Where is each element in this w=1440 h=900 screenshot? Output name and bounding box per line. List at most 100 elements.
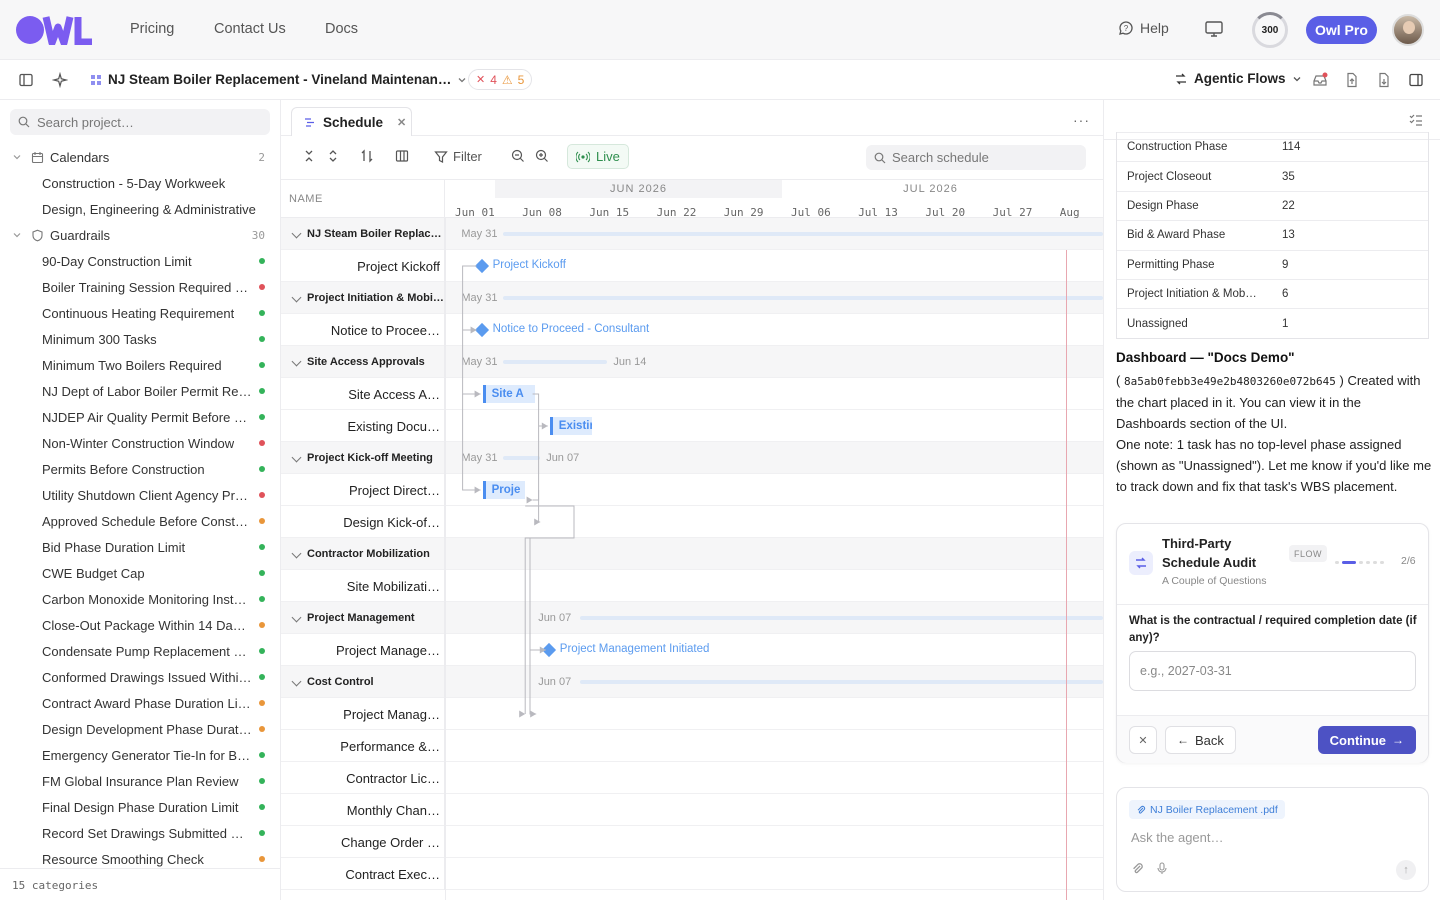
monitor-icon[interactable] <box>1204 19 1224 39</box>
sidebar-item-guardrail[interactable]: Conformed Drawings Issued Withi… <box>0 664 280 690</box>
more-options-icon[interactable]: ··· <box>1073 112 1090 128</box>
gantt-task-row[interactable]: Monthly Chan… <box>281 794 1103 826</box>
summary-bar[interactable] <box>503 360 608 364</box>
chat-input[interactable]: Ask the agent… <box>1131 830 1224 845</box>
columns-icon[interactable] <box>395 149 409 163</box>
gantt-group-row[interactable]: Project Initiation & Mobili… May 31 <box>281 282 1103 314</box>
zoom-out-icon[interactable] <box>511 149 525 163</box>
sidebar-toggle-icon[interactable] <box>18 72 34 88</box>
sidebar-group[interactable]: Calendars 2 <box>0 144 280 170</box>
send-button[interactable]: ↑ <box>1396 860 1416 880</box>
project-search[interactable]: Search project… <box>10 109 270 135</box>
sidebar-item-guardrail[interactable]: Bid Phase Duration Limit <box>0 534 280 560</box>
sidebar-item-guardrail[interactable]: CWE Budget Cap <box>0 560 280 586</box>
chevron-down-icon[interactable] <box>291 548 302 559</box>
help-button[interactable]: ? Help <box>1118 20 1169 36</box>
gantt-group-row[interactable]: Project Kick-off Meeting May 31 Jun 07 <box>281 442 1103 474</box>
gantt-task-row[interactable]: Contract Exec… <box>281 858 1103 890</box>
sidebar-item-guardrail[interactable]: 90-Day Construction Limit <box>0 248 280 274</box>
chevron-down-icon[interactable] <box>291 612 302 623</box>
agentic-flows-menu[interactable]: Agentic Flows <box>1174 71 1302 86</box>
milestone-diamond[interactable] <box>474 322 489 338</box>
sidebar-item-guardrail[interactable]: Approved Schedule Before Constr… <box>0 508 280 534</box>
sidebar-item-guardrail[interactable]: Continuous Heating Requirement <box>0 300 280 326</box>
sidebar-item-guardrail[interactable]: Close-Out Package Within 14 Days… <box>0 612 280 638</box>
sidebar-item-guardrail[interactable]: Carbon Monoxide Monitoring Insta… <box>0 586 280 612</box>
gantt-task-row[interactable]: Notice to Procee… Notice to Proceed - Con… <box>281 314 1103 346</box>
checklist-icon[interactable] <box>1409 113 1423 127</box>
task-bar[interactable]: Proje <box>482 481 525 499</box>
download-file-icon[interactable] <box>1376 72 1392 88</box>
gantt-group-row[interactable]: Project Management Jun 07 <box>281 602 1103 634</box>
sidebar-item-guardrail[interactable]: NJ Dept of Labor Boiler Permit Re… <box>0 378 280 404</box>
back-button[interactable]: ← Back <box>1165 726 1236 754</box>
microphone-icon[interactable] <box>1156 862 1168 875</box>
sidebar-group[interactable]: Guardrails 30 <box>0 222 280 248</box>
gantt-task-row[interactable]: Change Order … <box>281 826 1103 858</box>
task-bar[interactable]: Site A <box>482 385 535 403</box>
summary-bar[interactable] <box>503 456 541 460</box>
filter-button[interactable]: Filter <box>434 149 482 164</box>
avatar[interactable] <box>1392 14 1424 46</box>
milestone-diamond[interactable] <box>541 642 556 658</box>
attachment-chip[interactable]: NJ Boiler Replacement .pdf <box>1129 800 1285 819</box>
completion-date-input[interactable] <box>1129 651 1416 691</box>
sort-icon[interactable] <box>360 149 374 163</box>
sidebar-item-guardrail[interactable]: Minimum 300 Tasks <box>0 326 280 352</box>
sidebar-item-calendar[interactable]: Design, Engineering & Administrative <box>0 196 280 222</box>
gantt-group-row[interactable]: Contractor Mobilization <box>281 538 1103 570</box>
expand-all-icon[interactable] <box>326 149 340 163</box>
dismiss-flow-button[interactable]: ✕ <box>1129 726 1157 754</box>
gantt-task-row[interactable]: Project Direct… Proje <box>281 474 1103 506</box>
gantt-task-row[interactable]: Site Access A… Site A <box>281 378 1103 410</box>
sidebar-item-guardrail[interactable]: Non-Winter Construction Window <box>0 430 280 456</box>
close-icon[interactable]: ✕ <box>397 116 406 129</box>
chat-composer[interactable]: NJ Boiler Replacement .pdf Ask the agent… <box>1116 787 1429 892</box>
gantt-group-row[interactable]: Cost Control Jun 07 <box>281 666 1103 698</box>
schedule-search[interactable]: Search schedule <box>866 145 1086 170</box>
project-selector[interactable]: NJ Steam Boiler Replacement - Vineland M… <box>90 72 467 87</box>
collapse-all-icon[interactable] <box>302 149 316 163</box>
sidebar-item-guardrail[interactable]: FM Global Insurance Plan Review <box>0 768 280 794</box>
nav-contact-us[interactable]: Contact Us <box>214 21 286 37</box>
paperclip-icon[interactable] <box>1131 862 1144 875</box>
chevron-down-icon[interactable] <box>291 228 302 239</box>
sidebar-item-guardrail[interactable]: Emergency Generator Tie-In for Bo… <box>0 742 280 768</box>
sidebar-item-guardrail[interactable]: NJDEP Air Quality Permit Before C… <box>0 404 280 430</box>
live-toggle[interactable]: Live <box>567 144 629 169</box>
sparkle-icon[interactable] <box>52 72 68 88</box>
right-panel-toggle-icon[interactable] <box>1408 72 1424 88</box>
nav-docs[interactable]: Docs <box>325 21 358 37</box>
owl-logo[interactable] <box>16 15 92 45</box>
task-bar[interactable]: Existing D <box>549 417 593 435</box>
gantt-group-row[interactable]: Site Access Approvals May 31 Jun 14 <box>281 346 1103 378</box>
summary-bar[interactable] <box>580 680 1103 684</box>
sidebar-item-guardrail[interactable]: Minimum Two Boilers Required <box>0 352 280 378</box>
gantt-task-row[interactable]: Project Manag… <box>281 698 1103 730</box>
sidebar-item-calendar[interactable]: Construction - 5-Day Workweek <box>0 170 280 196</box>
chevron-down-icon[interactable] <box>291 292 302 303</box>
gantt-task-row[interactable]: Design Kick-of… <box>281 506 1103 538</box>
summary-bar[interactable] <box>503 296 1103 300</box>
gantt-task-row[interactable]: Contractor Lic… <box>281 762 1103 794</box>
sidebar-item-guardrail[interactable]: Boiler Training Session Required B… <box>0 274 280 300</box>
chevron-down-icon[interactable] <box>291 356 302 367</box>
tab-schedule[interactable]: Schedule ✕ <box>291 107 412 136</box>
sidebar-item-guardrail[interactable]: Design Development Phase Durati… <box>0 716 280 742</box>
continue-button[interactable]: Continue → <box>1317 726 1416 754</box>
gantt-task-row[interactable]: Project Kickoff Project Kickoff <box>281 250 1103 282</box>
chevron-down-icon[interactable] <box>291 452 302 463</box>
gantt-group-row[interactable]: NJ Steam Boiler Replace… May 31 <box>281 218 1103 250</box>
nav-pricing[interactable]: Pricing <box>130 21 174 37</box>
owl-pro-button[interactable]: Owl Pro <box>1306 16 1377 44</box>
sidebar-item-guardrail[interactable]: Contract Award Phase Duration Li… <box>0 690 280 716</box>
chevron-down-icon[interactable] <box>291 676 302 687</box>
summary-bar[interactable] <box>503 232 1103 236</box>
sidebar-item-guardrail[interactable]: Utility Shutdown Client Agency Pr… <box>0 482 280 508</box>
upload-file-icon[interactable] <box>1344 72 1360 88</box>
credits-gauge[interactable]: 300 <box>1252 12 1288 48</box>
sidebar-item-guardrail[interactable]: Condensate Pump Replacement R… <box>0 638 280 664</box>
gantt-task-row[interactable]: Project Manage… Project Management Initia… <box>281 634 1103 666</box>
zoom-in-icon[interactable] <box>535 149 549 163</box>
milestone-diamond[interactable] <box>474 258 489 274</box>
